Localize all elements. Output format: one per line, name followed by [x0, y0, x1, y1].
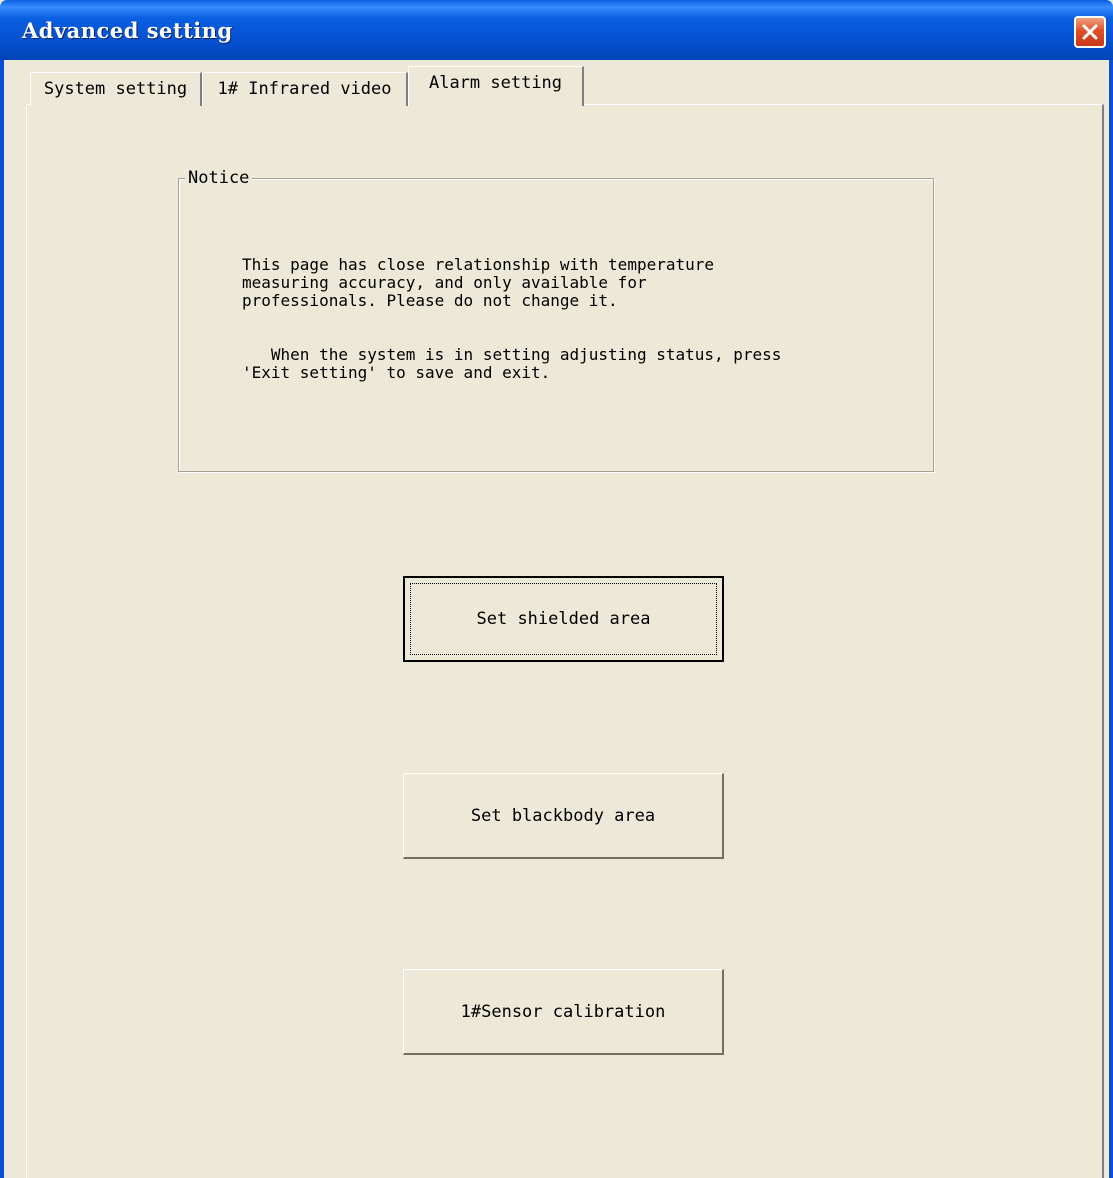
tab-infrared-video[interactable]: 1# Infrared video — [202, 72, 408, 106]
notice-paragraph-2: When the system is in setting adjusting … — [242, 345, 782, 382]
set-blackbody-area-button[interactable]: Set blackbody area — [403, 773, 724, 859]
window-frame-left — [0, 60, 4, 1178]
notice-groupbox — [178, 178, 934, 472]
window-frame-right — [1109, 60, 1113, 1178]
sensor-calibration-label: 1#Sensor calibration — [460, 1001, 666, 1022]
close-icon — [1082, 24, 1098, 40]
set-blackbody-area-label: Set blackbody area — [470, 805, 656, 826]
notice-legend: Notice — [185, 167, 253, 189]
tab-system-setting[interactable]: System setting — [30, 72, 202, 106]
title-bar[interactable]: Advanced setting — [0, 0, 1113, 60]
advanced-setting-window: Advanced setting System setting 1# Infra… — [0, 0, 1113, 1178]
window-title: Advanced setting — [22, 18, 233, 43]
set-shielded-area-label: Set shielded area — [476, 609, 651, 629]
sensor-calibration-button[interactable]: 1#Sensor calibration — [403, 969, 724, 1055]
close-button[interactable] — [1074, 16, 1106, 48]
notice-paragraph-1: This page has close relationship with te… — [242, 255, 715, 310]
tab-alarm-setting[interactable]: Alarm setting — [408, 66, 584, 106]
set-shielded-area-button[interactable]: Set shielded area — [403, 576, 724, 662]
